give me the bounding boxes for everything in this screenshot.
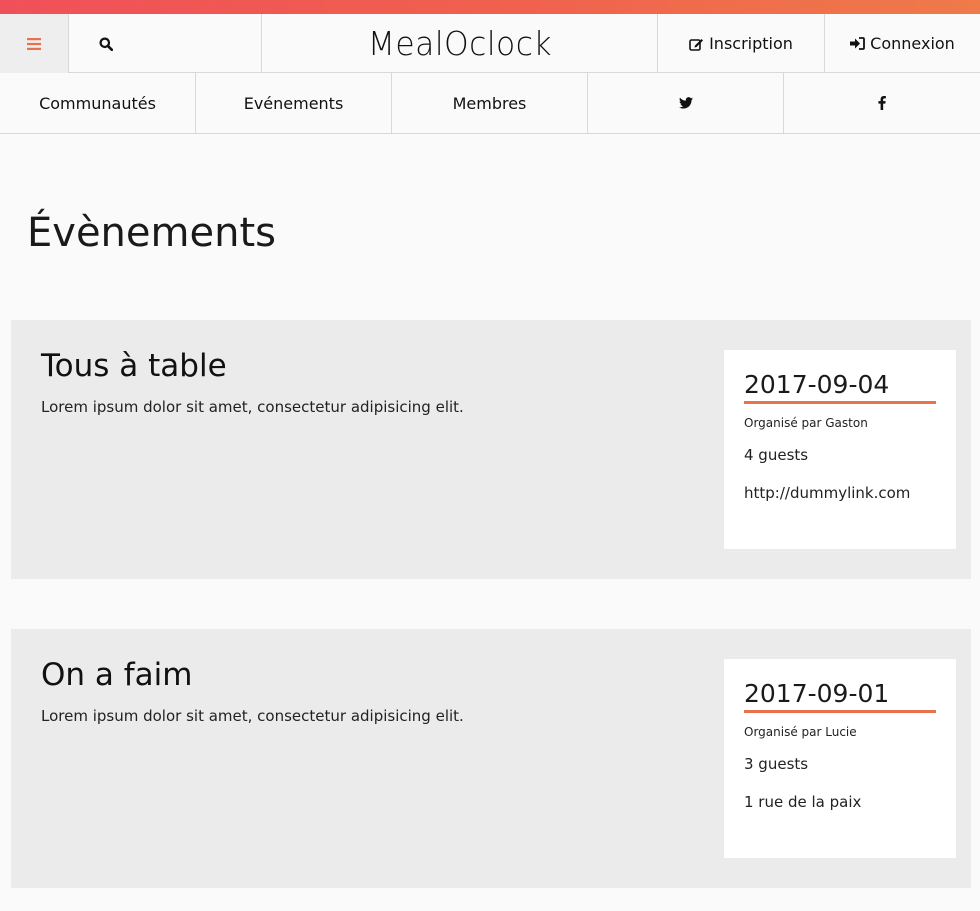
sign-in-icon bbox=[850, 37, 866, 50]
event-title[interactable]: On a faim bbox=[41, 657, 192, 693]
signup-label: Inscription bbox=[709, 34, 793, 53]
event-organizer: Organisé par Gaston bbox=[744, 416, 868, 430]
top-accent-bar bbox=[0, 0, 980, 14]
menu-button[interactable] bbox=[0, 14, 69, 73]
hamburger-icon bbox=[27, 37, 41, 50]
event-description: Lorem ipsum dolor sit amet, consectetur … bbox=[41, 707, 464, 725]
event-organizer: Organisé par Lucie bbox=[744, 725, 857, 739]
twitter-icon bbox=[678, 97, 693, 109]
event-guests: 4 guests bbox=[744, 446, 809, 464]
event-guests: 3 guests bbox=[744, 755, 809, 773]
event-info-box: 2017-09-01 Organisé par Lucie 3 guests 1… bbox=[724, 659, 956, 858]
event-card[interactable]: On a faim Lorem ipsum dolor sit amet, co… bbox=[11, 629, 971, 888]
nav-item-communautes[interactable]: Communautés bbox=[0, 73, 196, 133]
event-place: 1 rue de la paix bbox=[744, 793, 862, 811]
event-date: 2017-09-01 bbox=[744, 679, 936, 713]
facebook-icon bbox=[878, 96, 886, 110]
nav-item-label: Evénements bbox=[243, 93, 344, 113]
nav-item-facebook[interactable] bbox=[784, 73, 980, 133]
event-date: 2017-09-04 bbox=[744, 370, 936, 404]
nav-item-label: Communautés bbox=[39, 93, 156, 113]
event-card[interactable]: Tous à table Lorem ipsum dolor sit amet,… bbox=[11, 320, 971, 579]
event-description: Lorem ipsum dolor sit amet, consectetur … bbox=[41, 398, 464, 416]
page-title: Évènements bbox=[27, 210, 276, 256]
login-button[interactable]: Connexion bbox=[825, 14, 980, 73]
signup-button[interactable]: Inscription bbox=[657, 14, 825, 73]
nav-item-evenements[interactable]: Evénements bbox=[196, 73, 392, 133]
event-info-box: 2017-09-04 Organisé par Gaston 4 guests … bbox=[724, 350, 956, 549]
edit-icon bbox=[689, 37, 704, 51]
nav-item-membres[interactable]: Membres bbox=[392, 73, 588, 133]
event-title[interactable]: Tous à table bbox=[41, 348, 227, 384]
site-header: MealOclock Inscription Connexion bbox=[0, 14, 980, 73]
logo-text: MealOclock bbox=[367, 24, 552, 63]
main-nav: Communautés Evénements Membres bbox=[0, 73, 980, 134]
search-icon bbox=[99, 37, 113, 51]
login-label: Connexion bbox=[870, 34, 955, 53]
nav-item-label: Membres bbox=[452, 93, 527, 113]
nav-item-twitter[interactable] bbox=[588, 73, 784, 133]
event-place: http://dummylink.com bbox=[744, 484, 911, 502]
site-logo[interactable]: MealOclock bbox=[262, 14, 657, 73]
search-button[interactable] bbox=[69, 14, 262, 73]
